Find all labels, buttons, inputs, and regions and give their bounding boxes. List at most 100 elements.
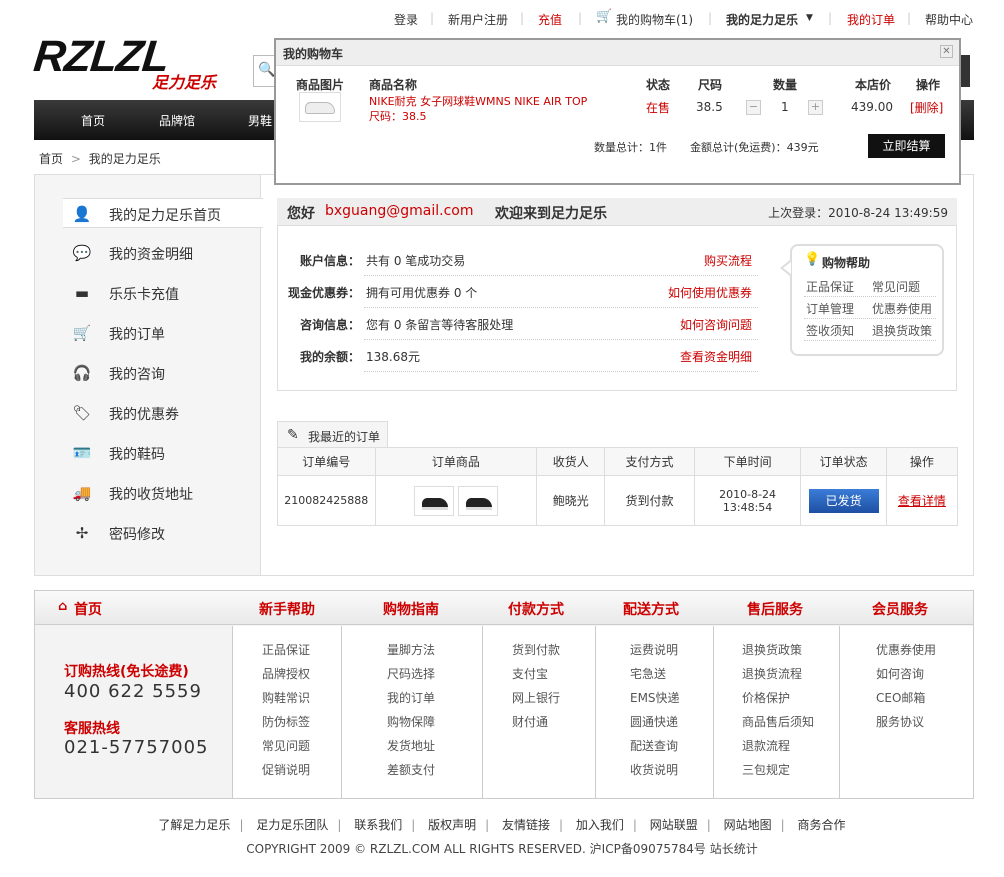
order-products — [374, 475, 538, 526]
view-funds-link[interactable]: 查看资金明细 — [680, 348, 752, 365]
checkout-button[interactable]: 立即结算 — [868, 134, 945, 158]
nav-item-men[interactable]: 男鞋 — [248, 112, 272, 129]
footer-bottom-link[interactable]: 网站联盟 — [650, 818, 698, 832]
quantity-increase-button[interactable]: + — [808, 100, 823, 115]
cart-item-price: 439.00 — [851, 100, 893, 114]
help-link[interactable]: 正品保证 — [806, 278, 854, 295]
footer-link[interactable]: 网上银行 — [512, 689, 560, 706]
help-link[interactable]: 优惠券使用 — [872, 300, 932, 317]
cart-item-image[interactable] — [299, 92, 341, 122]
home-icon[interactable]: ⌂ — [58, 599, 67, 614]
cart-col-header: 尺码 — [698, 78, 723, 92]
sidebar-item-password[interactable]: ✢ 密码修改 — [63, 518, 263, 548]
footer-link[interactable]: 促销说明 — [262, 761, 310, 778]
footer-bottom-link[interactable]: 联系我们 — [354, 818, 402, 832]
footer-bottom-link[interactable]: 了解足力足乐 — [158, 818, 230, 832]
lightbulb-icon: 💡 — [804, 252, 821, 267]
my-account-link[interactable]: 我的足力足乐 — [726, 11, 798, 28]
footer-link[interactable]: 正品保证 — [262, 641, 310, 658]
cart-icon[interactable]: 🛒 — [596, 9, 612, 24]
footer-link[interactable]: CEO邮箱 — [876, 689, 925, 706]
help-link[interactable]: 退换货政策 — [872, 322, 932, 339]
sidebar-item-address[interactable]: 🚚 我的收货地址 — [63, 478, 263, 508]
footer-link[interactable]: 圆通快递 — [630, 713, 678, 730]
status-badge[interactable]: 已发货 — [808, 488, 879, 513]
footer-link[interactable]: 价格保护 — [742, 689, 790, 706]
quantity-decrease-button[interactable]: − — [746, 100, 761, 115]
product-thumbnail[interactable] — [457, 485, 498, 516]
cart-item-quantity[interactable]: 1 — [781, 100, 789, 114]
footer-link[interactable]: 发货地址 — [387, 737, 435, 754]
close-icon[interactable]: ✕ — [940, 45, 953, 58]
footer-link[interactable]: 优惠券使用 — [876, 641, 936, 658]
footer-link[interactable]: 防伪标签 — [262, 713, 310, 730]
sidebar-item-funds[interactable]: 💬 我的资金明细 — [63, 238, 263, 268]
breadcrumb-home[interactable]: 首页 — [39, 152, 63, 166]
sidebar-item-card-recharge[interactable]: ▬ 乐乐卡充值 — [63, 278, 263, 308]
register-link[interactable]: 新用户注册 — [448, 11, 508, 28]
footer-bottom-link[interactable]: 商务合作 — [798, 818, 846, 832]
sidebar-item-orders[interactable]: 🛒 我的订单 — [63, 318, 263, 348]
footer-link[interactable]: EMS快递 — [630, 689, 680, 706]
footer-link[interactable]: 运费说明 — [630, 641, 678, 658]
how-consult-link[interactable]: 如何咨询问题 — [680, 316, 752, 333]
sidebar-item-home[interactable]: 👤 我的足力足乐首页 — [63, 198, 263, 228]
footer-link[interactable]: 宅急送 — [630, 665, 666, 682]
help-link[interactable]: 签收须知 — [806, 322, 854, 339]
footer-link[interactable]: 如何咨询 — [876, 665, 924, 682]
footer-link[interactable]: 尺码选择 — [387, 665, 435, 682]
footer-link[interactable]: 退换货流程 — [742, 665, 802, 682]
cart-link[interactable]: 我的购物车(1) — [616, 11, 693, 28]
footer-bottom-link[interactable]: 版权声明 — [428, 818, 476, 832]
footer-link[interactable]: 购鞋常识 — [262, 689, 310, 706]
cart-item-name[interactable]: NIKE耐克 女子网球鞋WMNS NIKE AIR TOP — [369, 93, 587, 109]
sidebar-item-consult[interactable]: 🎧 我的咨询 — [63, 358, 263, 388]
footer-head-home[interactable]: 首页 — [74, 599, 102, 619]
footer-link[interactable]: 三包规定 — [742, 761, 790, 778]
chevron-down-icon[interactable]: ▼ — [806, 13, 813, 23]
cart-item-delete[interactable]: [删除] — [910, 99, 943, 116]
nav-item-brands[interactable]: 品牌馆 — [159, 112, 195, 129]
footer-bottom-link[interactable]: 网站地图 — [724, 818, 772, 832]
footer-bottom-link[interactable]: 加入我们 — [576, 818, 624, 832]
cart-total-amount: 金额总计(免运费)：439元 — [690, 141, 819, 154]
footer-link[interactable]: 常见问题 — [262, 737, 310, 754]
footer-link[interactable]: 服务协议 — [876, 713, 924, 730]
help-link[interactable]: 订单管理 — [806, 300, 854, 317]
search-icon[interactable]: 🔍 — [258, 62, 275, 78]
footer-bottom-link[interactable]: 友情链接 — [502, 818, 550, 832]
purchase-flow-link[interactable]: 购买流程 — [704, 252, 752, 269]
help-link[interactable]: 常见问题 — [872, 278, 920, 295]
recharge-link[interactable]: 充值 — [538, 11, 562, 28]
footer-link[interactable]: 差额支付 — [387, 761, 435, 778]
footer-link[interactable]: 品牌授权 — [262, 665, 310, 682]
login-link[interactable]: 登录 — [394, 11, 418, 28]
recent-orders-tab[interactable]: ✎ 我最近的订单 — [277, 421, 388, 448]
sidebar-item-coupons[interactable]: 🏷 我的优惠券 — [63, 398, 263, 428]
order-id[interactable]: 210082425888 — [277, 475, 376, 526]
footer-link[interactable]: 支付宝 — [512, 665, 548, 682]
footer-link[interactable]: 退换货政策 — [742, 641, 802, 658]
logo[interactable]: RZLZL 足力足乐 — [31, 32, 229, 92]
help-center-link[interactable]: 帮助中心 — [925, 11, 973, 28]
cart-popup-title: 我的购物车 — [283, 47, 344, 61]
my-orders-link[interactable]: 我的订单 — [847, 11, 895, 28]
footer-link[interactable]: 财付通 — [512, 713, 548, 730]
table-row: 210082425888 鲍晓光 货到付款 2010-8-24 13:48:54 … — [277, 475, 959, 526]
footer-link[interactable]: 货到付款 — [512, 641, 560, 658]
use-coupon-link[interactable]: 如何使用优惠券 — [668, 284, 752, 301]
footer-link[interactable]: 我的订单 — [387, 689, 435, 706]
footer-bottom-link[interactable]: 足力足乐团队 — [256, 818, 328, 832]
nav-item-home[interactable]: 首页 — [81, 112, 105, 129]
footer-link[interactable]: 配送查询 — [630, 737, 678, 754]
footer-link[interactable]: 购物保障 — [387, 713, 435, 730]
footer-link[interactable]: 商品售后须知 — [742, 713, 814, 730]
footer-link[interactable]: 退款流程 — [742, 737, 790, 754]
headset-icon: 🎧 — [72, 364, 92, 382]
sidebar-item-label: 我的足力足乐首页 — [109, 208, 221, 224]
footer-link[interactable]: 量脚方法 — [387, 641, 435, 658]
view-details-link[interactable]: 查看详情 — [898, 494, 946, 508]
footer-link[interactable]: 收货说明 — [630, 761, 678, 778]
sidebar-item-shoe-size[interactable]: 🪪 我的鞋码 — [63, 438, 263, 468]
product-thumbnail[interactable] — [413, 485, 454, 516]
